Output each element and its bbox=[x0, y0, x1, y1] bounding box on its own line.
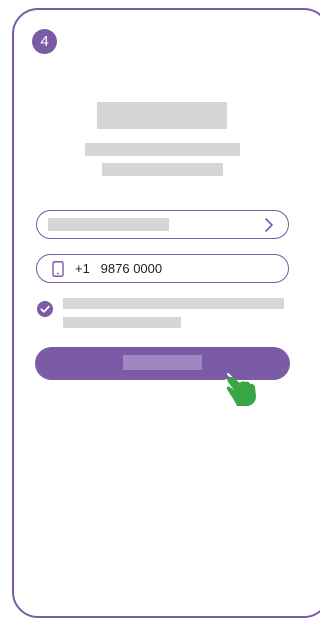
chevron-right-icon bbox=[265, 218, 273, 232]
smartphone-icon bbox=[52, 261, 64, 277]
country-selector-placeholder bbox=[48, 218, 169, 231]
tapping-hand-icon bbox=[225, 373, 256, 406]
phone-number: 9876 0000 bbox=[100, 261, 163, 276]
consent-text-placeholder-line-1 bbox=[63, 298, 284, 309]
phone-frame bbox=[12, 8, 320, 618]
subtitle-placeholder-line-2 bbox=[102, 163, 223, 176]
step-badge: 4 bbox=[32, 29, 57, 54]
country-selector[interactable] bbox=[36, 210, 289, 239]
phone-number-value: +1 9876 0000 bbox=[75, 261, 162, 277]
button-label-placeholder bbox=[123, 355, 202, 370]
title-placeholder bbox=[97, 102, 227, 129]
phone-number-field[interactable]: +1 9876 0000 bbox=[36, 254, 289, 283]
check-circle-icon[interactable] bbox=[37, 301, 53, 317]
country-code: +1 bbox=[75, 261, 90, 276]
subtitle-placeholder-line-1 bbox=[85, 143, 240, 156]
consent-text-placeholder-line-2 bbox=[63, 317, 181, 328]
